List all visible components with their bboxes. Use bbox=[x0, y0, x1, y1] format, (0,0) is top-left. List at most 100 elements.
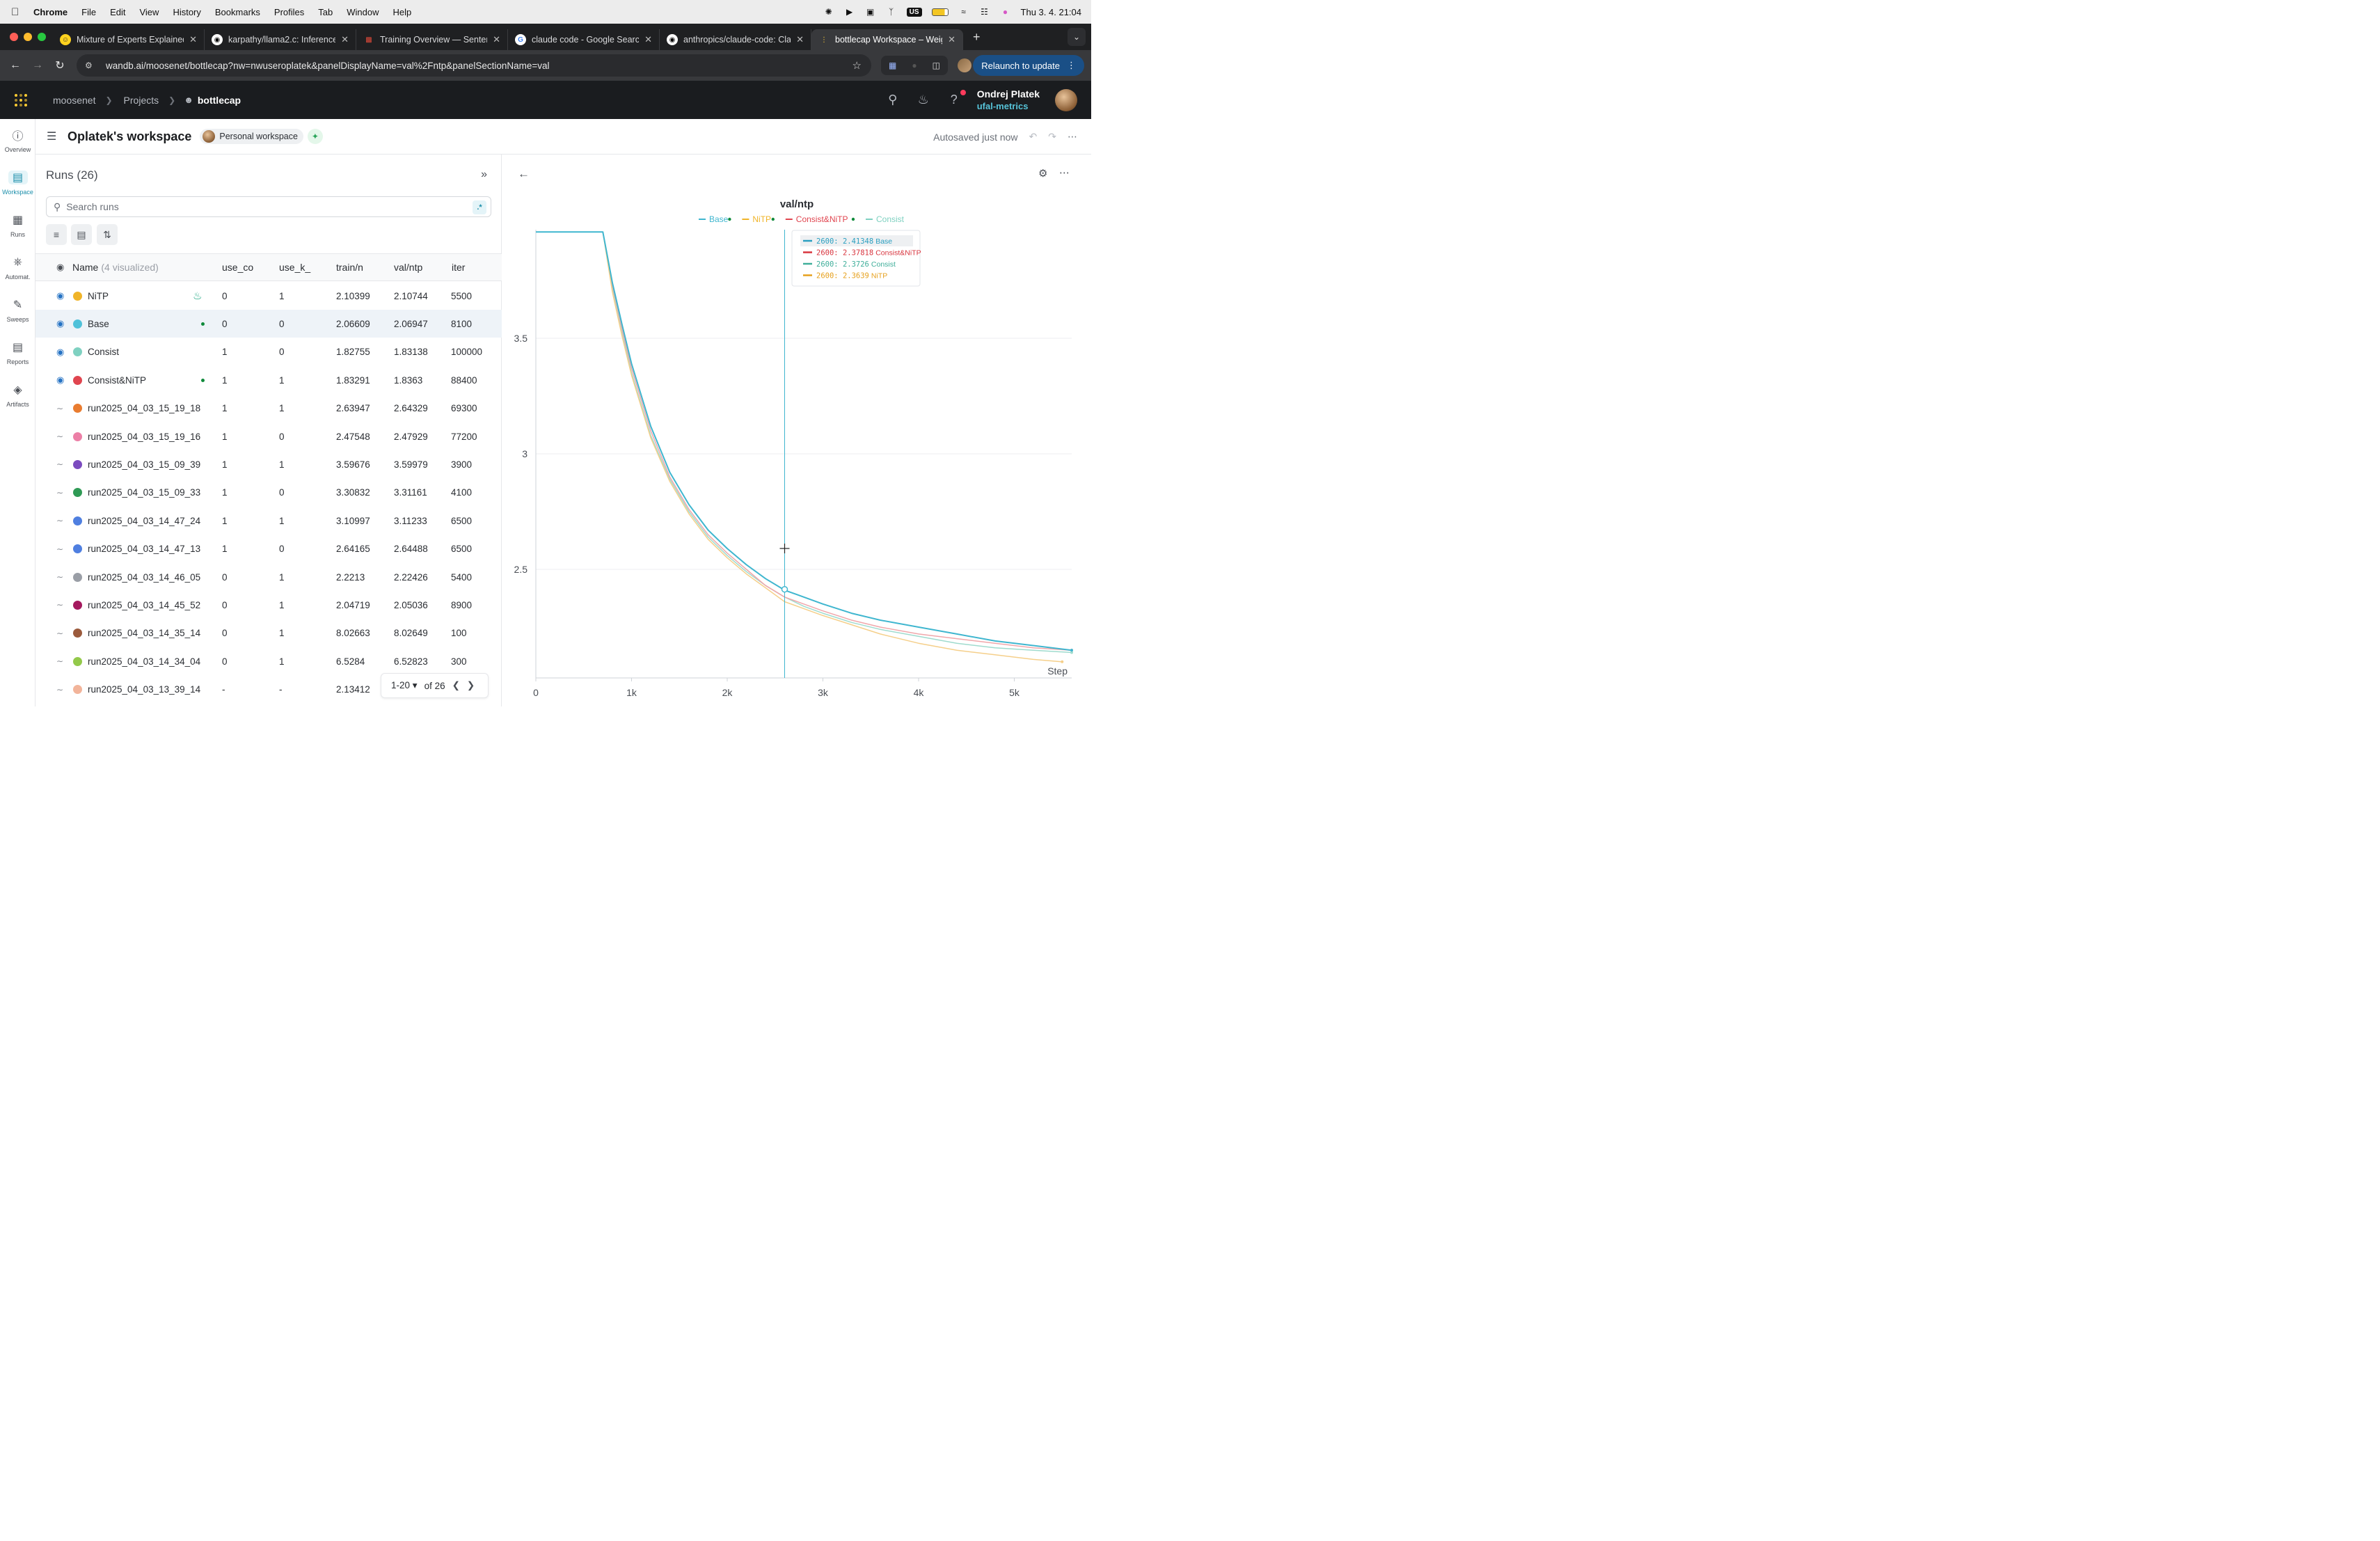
run-color-dot[interactable] bbox=[73, 422, 82, 450]
eye-icon[interactable]: ◉ bbox=[56, 282, 64, 310]
run-color-dot[interactable] bbox=[73, 591, 82, 619]
eye-off-icon[interactable]: ∼ bbox=[56, 535, 63, 563]
site-info-icon[interactable]: ⚙ bbox=[85, 61, 97, 70]
browser-tab[interactable]: ◉ karpathy/llama2.c: Inference L ✕ bbox=[205, 29, 356, 50]
more-options-icon[interactable]: ⋯ bbox=[1068, 131, 1077, 143]
battery-icon[interactable] bbox=[931, 8, 949, 16]
minimize-window-button[interactable] bbox=[24, 33, 32, 41]
table-row[interactable]: ∼ run2025_04_03_15_19_18 1 1 2.63947 2.64329 6… bbox=[35, 395, 502, 422]
browser-tab[interactable]: ☺ Mixture of Experts Explained ✕ bbox=[53, 29, 205, 50]
bell-icon[interactable]: ♨ bbox=[916, 93, 931, 107]
sort-button[interactable]: ⇅ bbox=[97, 224, 118, 245]
close-tab-icon[interactable]: ✕ bbox=[189, 34, 197, 45]
control-center-icon[interactable]: ☷ bbox=[979, 7, 990, 17]
eye-icon[interactable]: ◉ bbox=[56, 366, 64, 394]
run-name[interactable]: Base bbox=[88, 310, 209, 338]
browser-tab[interactable]: ◉ anthropics/claude-code: Clau ✕ bbox=[660, 29, 811, 50]
table-row[interactable]: ∼ run2025_04_03_15_09_39 1 1 3.59676 3.59979 3… bbox=[35, 450, 502, 478]
nav-workspace[interactable]: ▤ Workspace bbox=[0, 161, 35, 204]
run-name[interactable]: run2025_04_03_14_35_14 bbox=[88, 619, 209, 647]
nav-overview[interactable]: ⓘ Overview bbox=[0, 119, 35, 161]
menu-history[interactable]: History bbox=[173, 7, 200, 17]
workspace-title[interactable]: Oplatek's workspace bbox=[68, 129, 191, 144]
run-name[interactable]: Consist bbox=[88, 338, 209, 366]
eye-off-icon[interactable]: ∼ bbox=[56, 450, 63, 478]
browser-tab-active[interactable]: ⋮ bottlecap Workspace – Weigh ✕ bbox=[811, 29, 963, 50]
table-row[interactable]: ∼ run2025_04_03_14_47_13 1 0 2.64165 2.64488 6… bbox=[35, 535, 502, 563]
close-window-button[interactable] bbox=[10, 33, 18, 41]
eye-icon[interactable]: ◉ bbox=[56, 310, 64, 338]
filter-button[interactable]: ≡ bbox=[46, 224, 67, 245]
breadcrumb-projects[interactable]: Projects bbox=[124, 95, 159, 106]
page-size-select[interactable]: 1-20 ▾ bbox=[391, 680, 418, 691]
regex-toggle-button[interactable]: .* bbox=[473, 200, 486, 214]
series-line-base[interactable] bbox=[536, 231, 1072, 651]
menu-tab[interactable]: Tab bbox=[318, 7, 333, 17]
forward-button[interactable]: → bbox=[26, 59, 49, 72]
next-page-icon[interactable]: ❯ bbox=[467, 680, 475, 691]
run-name[interactable]: run2025_04_03_15_09_33 bbox=[88, 479, 209, 507]
car-icon[interactable]: ▣ bbox=[865, 7, 876, 17]
menu-file[interactable]: File bbox=[81, 7, 96, 17]
bluetooth-icon[interactable]: ᛉ bbox=[886, 7, 897, 17]
input-source-badge[interactable]: US bbox=[906, 7, 922, 17]
help-icon[interactable]: ? bbox=[946, 90, 966, 107]
nav-artifacts[interactable]: ◈ Artifacts bbox=[0, 374, 35, 416]
profile-avatar[interactable] bbox=[958, 58, 971, 72]
avatar[interactable] bbox=[1055, 88, 1077, 111]
puzzle-icon[interactable]: ◫ bbox=[933, 61, 940, 70]
run-name[interactable]: run2025_04_03_15_09_39 bbox=[88, 450, 209, 478]
run-name[interactable]: run2025_04_03_14_34_04 bbox=[88, 647, 209, 675]
openai-icon[interactable]: ✺ bbox=[823, 7, 834, 17]
table-row[interactable]: ◉ Consist&NiTP 1 1 1.83291 1.8363 88400 bbox=[35, 366, 502, 394]
redo-icon[interactable]: ↷ bbox=[1048, 131, 1056, 143]
collapse-panel-icon[interactable]: » bbox=[481, 168, 487, 181]
menu-app-name[interactable]: Chrome bbox=[33, 7, 68, 17]
table-row[interactable]: ◉ Base 0 0 2.06609 2.06947 8100 bbox=[35, 310, 502, 338]
run-color-dot[interactable] bbox=[73, 282, 82, 310]
eye-off-icon[interactable]: ∼ bbox=[56, 479, 63, 507]
column-name[interactable]: Name (4 visualized) bbox=[72, 254, 159, 280]
run-color-dot[interactable] bbox=[73, 535, 82, 563]
prev-page-icon[interactable]: ❮ bbox=[452, 680, 460, 691]
zoom-window-button[interactable] bbox=[38, 33, 46, 41]
run-color-dot[interactable] bbox=[73, 366, 82, 394]
table-row[interactable]: ◉ Consist 1 0 1.82755 1.83138 100000 bbox=[35, 338, 502, 366]
close-tab-icon[interactable]: ✕ bbox=[948, 34, 955, 45]
run-name[interactable]: run2025_04_03_13_39_14 bbox=[88, 676, 209, 704]
new-tab-button[interactable]: + bbox=[973, 30, 981, 45]
close-tab-icon[interactable]: ✕ bbox=[341, 34, 349, 45]
nav-sweeps[interactable]: ✎ Sweeps bbox=[0, 289, 35, 331]
run-color-dot[interactable] bbox=[73, 507, 82, 535]
column-train-n[interactable]: train/n bbox=[336, 254, 371, 280]
sparkle-icon[interactable]: ✦ bbox=[307, 129, 323, 144]
column-iter[interactable]: iter bbox=[452, 254, 486, 280]
menu-bookmarks[interactable]: Bookmarks bbox=[215, 7, 260, 17]
close-tab-icon[interactable]: ✕ bbox=[644, 34, 652, 45]
eye-off-icon[interactable]: ∼ bbox=[56, 563, 63, 591]
breadcrumb-entity[interactable]: moosenet bbox=[53, 95, 95, 106]
user-menu[interactable]: Ondrej Platek ufal-metrics bbox=[977, 88, 1040, 113]
menu-clock[interactable]: Thu 3. 4. 21:04 bbox=[1021, 7, 1081, 17]
table-row[interactable]: ◉ NiTP ♨ 0 1 2.10399 2.10744 5500 bbox=[35, 282, 502, 310]
line-chart[interactable]: val/ntp Base NiTP Consist&NiTP Consist 2.5 3 3.… bbox=[502, 155, 1091, 706]
run-color-dot[interactable] bbox=[73, 479, 82, 507]
menu-edit[interactable]: Edit bbox=[110, 7, 125, 17]
menu-window[interactable]: Window bbox=[347, 7, 379, 17]
table-row[interactable]: ∼ run2025_04_03_14_47_24 1 1 3.10997 3.11233 6… bbox=[35, 507, 502, 535]
breadcrumb-project[interactable]: bottlecap bbox=[198, 95, 241, 106]
nav-reports[interactable]: ▤ Reports bbox=[0, 331, 35, 374]
column-use-k[interactable]: use_k_ bbox=[279, 254, 314, 280]
menu-help[interactable]: Help bbox=[393, 7, 412, 17]
run-color-dot[interactable] bbox=[73, 563, 82, 591]
eye-icon[interactable]: ◉ bbox=[56, 254, 64, 280]
eye-off-icon[interactable]: ∼ bbox=[56, 647, 63, 675]
play-icon[interactable]: ▶ bbox=[844, 7, 855, 17]
eye-off-icon[interactable]: ∼ bbox=[56, 395, 63, 422]
columns-button[interactable]: ▤ bbox=[71, 224, 92, 245]
run-name[interactable]: run2025_04_03_15_19_18 bbox=[88, 395, 209, 422]
undo-icon[interactable]: ↶ bbox=[1029, 131, 1038, 143]
apple-icon[interactable]:  bbox=[11, 6, 26, 18]
eye-icon[interactable]: ◉ bbox=[56, 338, 64, 366]
table-row[interactable]: ∼ run2025_04_03_15_09_33 1 0 3.30832 3.31161 4… bbox=[35, 479, 502, 507]
